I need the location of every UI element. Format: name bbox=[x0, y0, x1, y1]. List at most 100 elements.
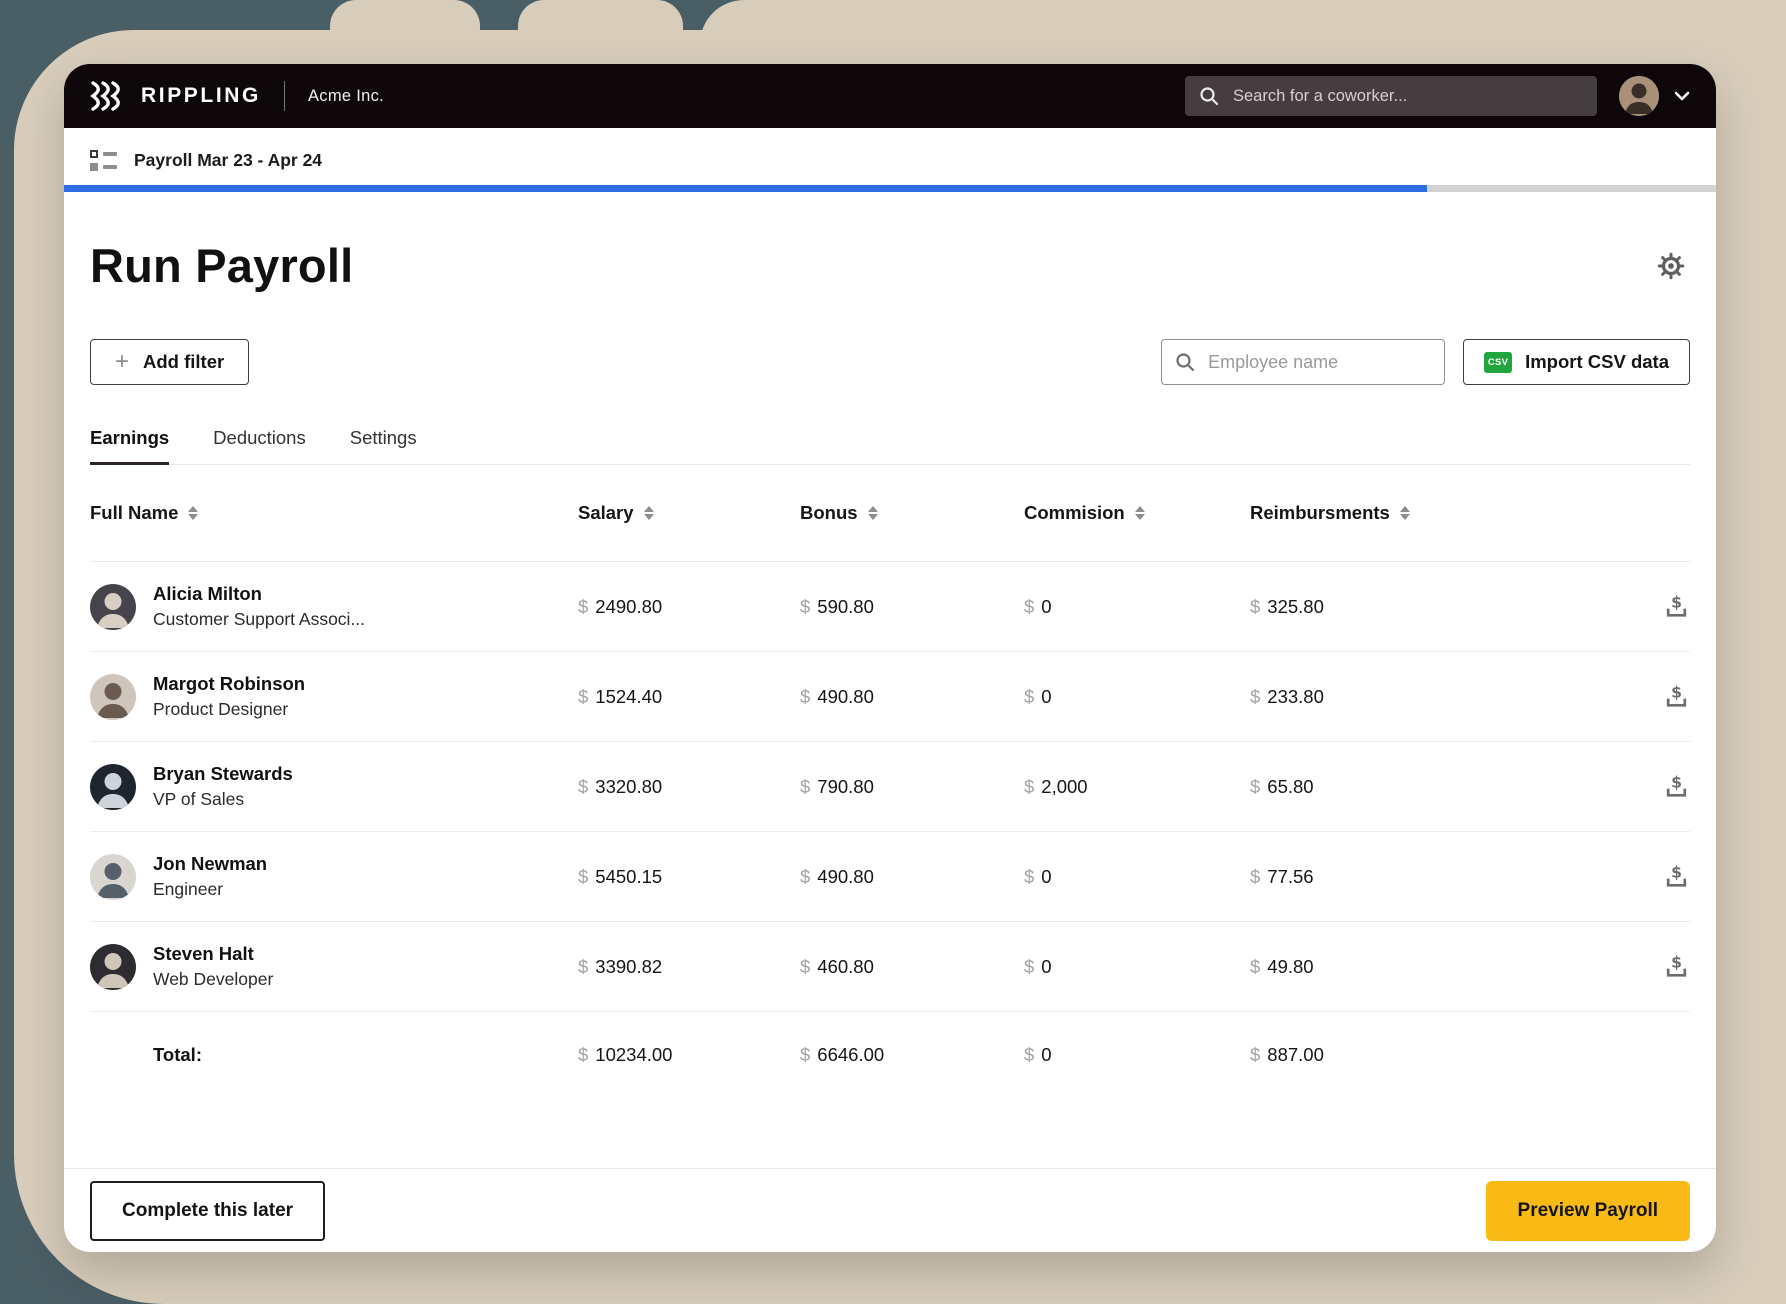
main-content: Run Payroll bbox=[64, 192, 1716, 1252]
search-icon bbox=[1175, 352, 1195, 372]
reimbursements-value: $49.80 bbox=[1250, 956, 1630, 978]
total-label: Total: bbox=[90, 1044, 578, 1066]
table-header: Full Name Salary Bonus Commision Reimbur… bbox=[90, 465, 1690, 562]
background-decor bbox=[700, 0, 1786, 44]
background-decor bbox=[330, 0, 480, 44]
sort-icon bbox=[188, 506, 198, 521]
total-commission: $0 bbox=[1024, 1044, 1250, 1066]
column-header-salary[interactable]: Salary bbox=[578, 502, 800, 524]
employee-name: Alicia Milton bbox=[153, 583, 365, 605]
progress-track bbox=[64, 185, 1716, 192]
employee-cell: Bryan Stewards VP of Sales bbox=[90, 763, 578, 810]
svg-text:$: $ bbox=[1671, 684, 1682, 702]
avatar bbox=[90, 944, 136, 990]
brand: RIPPLING Acme Inc. bbox=[90, 81, 384, 111]
reimbursements-value: $325.80 bbox=[1250, 596, 1630, 618]
column-header-commission[interactable]: Commision bbox=[1024, 502, 1250, 524]
employee-name: Margot Robinson bbox=[153, 673, 305, 695]
toolbar: + Add filter CSV Import CSV data bbox=[90, 339, 1690, 385]
csv-file-icon: CSV bbox=[1484, 352, 1512, 373]
bonus-value: $490.80 bbox=[800, 686, 1024, 708]
table-row: Margot Robinson Product Designer $1524.4… bbox=[90, 652, 1690, 742]
desktop-canvas: RIPPLING Acme Inc. bbox=[0, 0, 1786, 1304]
commission-value: $0 bbox=[1024, 686, 1250, 708]
table-row: Steven Halt Web Developer $3390.82 $460.… bbox=[90, 922, 1690, 1012]
employee-cell: Margot Robinson Product Designer bbox=[90, 673, 578, 720]
table-row: Bryan Stewards VP of Sales $3320.80 $790… bbox=[90, 742, 1690, 832]
bonus-value: $460.80 bbox=[800, 956, 1024, 978]
coworker-search[interactable] bbox=[1185, 76, 1597, 116]
reimbursements-value: $233.80 bbox=[1250, 686, 1630, 708]
bonus-value: $790.80 bbox=[800, 776, 1024, 798]
user-menu[interactable] bbox=[1619, 76, 1690, 116]
add-filter-button[interactable]: + Add filter bbox=[90, 339, 249, 385]
commission-value: $0 bbox=[1024, 956, 1250, 978]
sort-icon bbox=[644, 506, 654, 521]
reimbursements-value: $77.56 bbox=[1250, 866, 1630, 888]
divider bbox=[284, 81, 285, 111]
dollar-deposit-icon: $ bbox=[1663, 608, 1690, 623]
avatar bbox=[90, 584, 136, 630]
svg-text:$: $ bbox=[1671, 954, 1682, 972]
company-name: Acme Inc. bbox=[308, 87, 384, 106]
spacer bbox=[90, 1098, 1690, 1168]
pay-adjustment-button[interactable]: $ bbox=[1663, 773, 1690, 800]
rippling-logo-icon bbox=[90, 81, 126, 111]
table-row: Jon Newman Engineer $5450.15 $490.80 $0 … bbox=[90, 832, 1690, 922]
salary-value: $3390.82 bbox=[578, 956, 800, 978]
employee-name-input[interactable] bbox=[1206, 351, 1431, 374]
salary-value: $5450.15 bbox=[578, 866, 800, 888]
dollar-deposit-icon: $ bbox=[1663, 788, 1690, 803]
user-avatar[interactable] bbox=[1619, 76, 1659, 116]
column-header-bonus[interactable]: Bonus bbox=[800, 502, 1024, 524]
total-bonus: $6646.00 bbox=[800, 1044, 1024, 1066]
avatar bbox=[90, 854, 136, 900]
pay-adjustment-button[interactable]: $ bbox=[1663, 863, 1690, 890]
salary-value: $3320.80 bbox=[578, 776, 800, 798]
employee-name: Steven Halt bbox=[153, 943, 273, 965]
coworker-search-input[interactable] bbox=[1231, 86, 1583, 107]
column-header-full-name[interactable]: Full Name bbox=[90, 502, 578, 524]
preview-payroll-button[interactable]: Preview Payroll bbox=[1486, 1181, 1690, 1241]
employee-name-search[interactable] bbox=[1161, 339, 1445, 385]
complete-later-button[interactable]: Complete this later bbox=[90, 1181, 325, 1241]
toolbar-right: CSV Import CSV data bbox=[1161, 339, 1690, 385]
add-filter-label: Add filter bbox=[143, 351, 224, 373]
svg-text:$: $ bbox=[1671, 774, 1682, 792]
total-reimbursements: $887.00 bbox=[1250, 1044, 1630, 1066]
sort-icon bbox=[868, 506, 878, 521]
breadcrumb-bar: Payroll Mar 23 - Apr 24 bbox=[64, 128, 1716, 192]
employee-role: Product Designer bbox=[153, 699, 305, 720]
svg-text:$: $ bbox=[1671, 864, 1682, 882]
import-csv-button[interactable]: CSV Import CSV data bbox=[1463, 339, 1690, 385]
gear-icon bbox=[1656, 269, 1686, 284]
bonus-value: $490.80 bbox=[800, 866, 1024, 888]
tab-earnings[interactable]: Earnings bbox=[90, 427, 169, 464]
tab-deductions[interactable]: Deductions bbox=[213, 427, 306, 464]
pay-adjustment-button[interactable]: $ bbox=[1663, 683, 1690, 710]
settings-button[interactable] bbox=[1652, 247, 1690, 285]
background-decor bbox=[518, 0, 683, 44]
dollar-deposit-icon: $ bbox=[1663, 968, 1690, 983]
table-row: Alicia Milton Customer Support Associ...… bbox=[90, 562, 1690, 652]
sort-icon bbox=[1135, 506, 1145, 521]
payroll-run-list-icon bbox=[90, 150, 117, 171]
pay-adjustment-button[interactable]: $ bbox=[1663, 593, 1690, 620]
svg-text:$: $ bbox=[1671, 594, 1682, 612]
employee-name: Jon Newman bbox=[153, 853, 267, 875]
employee-role: VP of Sales bbox=[153, 789, 293, 810]
employee-role: Web Developer bbox=[153, 969, 273, 990]
bonus-value: $590.80 bbox=[800, 596, 1024, 618]
pay-adjustment-button[interactable]: $ bbox=[1663, 953, 1690, 980]
tab-bar: Earnings Deductions Settings bbox=[90, 427, 1690, 465]
employee-cell: Steven Halt Web Developer bbox=[90, 943, 578, 990]
chevron-down-icon[interactable] bbox=[1674, 91, 1690, 101]
sort-icon bbox=[1400, 506, 1410, 521]
avatar bbox=[90, 674, 136, 720]
employee-role: Engineer bbox=[153, 879, 267, 900]
avatar bbox=[90, 764, 136, 810]
tab-settings[interactable]: Settings bbox=[350, 427, 417, 464]
salary-value: $2490.80 bbox=[578, 596, 800, 618]
column-header-reimbursements[interactable]: Reimbursments bbox=[1250, 502, 1630, 524]
commission-value: $0 bbox=[1024, 866, 1250, 888]
